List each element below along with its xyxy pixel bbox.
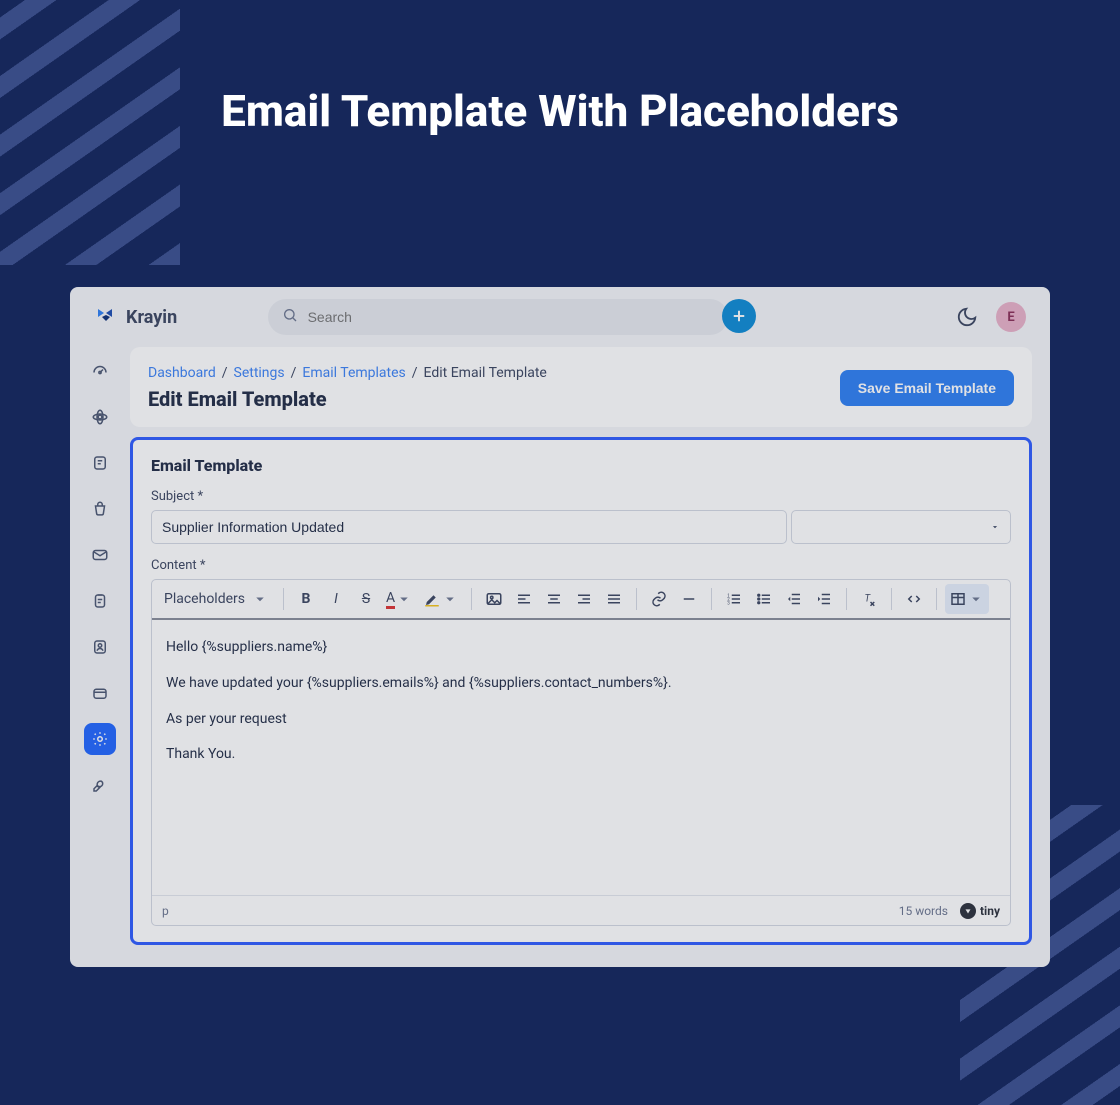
page-title: Edit Email Template — [148, 387, 547, 411]
clear-format-button[interactable]: T — [855, 584, 883, 614]
global-search[interactable] — [268, 299, 728, 335]
table-icon — [949, 590, 967, 608]
content-line: Hello {%suppliers.name%} — [166, 636, 996, 660]
breadcrumb-email-templates[interactable]: Email Templates — [302, 365, 405, 381]
highlight-button[interactable] — [419, 584, 463, 614]
breadcrumb-current: Edit Email Template — [424, 365, 547, 381]
unordered-list-button[interactable] — [750, 584, 778, 614]
sidebar-item-catalog[interactable] — [84, 677, 116, 709]
subject-label: Subject * — [151, 489, 1011, 504]
italic-button[interactable]: I — [322, 584, 350, 614]
sidebar-item-settings[interactable] — [84, 723, 116, 755]
hr-button[interactable] — [675, 584, 703, 614]
editor-status-bar: p 15 words tiny — [152, 895, 1010, 925]
image-icon — [485, 590, 503, 608]
avatar-initial: E — [1007, 310, 1014, 325]
search-icon — [282, 307, 298, 327]
editor-toolbar: Placeholders B I S A — [152, 580, 1010, 620]
source-code-button[interactable] — [900, 584, 928, 614]
sidebar-item-mail[interactable] — [84, 539, 116, 571]
align-justify-button[interactable] — [600, 584, 628, 614]
breadcrumbs: Dashboard/ Settings/ Email Templates/ Ed… — [148, 365, 547, 381]
placeholders-dropdown[interactable]: Placeholders — [158, 584, 275, 614]
ordered-list-button[interactable]: 123 — [720, 584, 748, 614]
sidebar — [70, 347, 130, 967]
dark-mode-toggle[interactable] — [956, 306, 978, 328]
brand-logo-icon — [94, 303, 118, 332]
content-label: Content * — [151, 558, 1011, 573]
brand-logo[interactable]: Krayin — [94, 303, 177, 332]
word-count: 15 words — [899, 904, 948, 918]
tiny-logo-icon — [960, 903, 976, 919]
chevron-down-icon — [967, 590, 985, 608]
editor-path[interactable]: p — [162, 904, 169, 918]
sidebar-item-leads[interactable] — [84, 401, 116, 433]
clear-format-icon: T — [860, 590, 878, 608]
main-area: Dashboard/ Settings/ Email Templates/ Ed… — [130, 347, 1050, 967]
chevron-down-icon — [990, 522, 1000, 532]
sidebar-item-config[interactable] — [84, 769, 116, 801]
chevron-down-icon — [441, 590, 459, 608]
user-avatar[interactable]: E — [996, 302, 1026, 332]
bold-button[interactable]: B — [292, 584, 320, 614]
minus-icon — [680, 590, 698, 608]
align-justify-icon — [605, 590, 623, 608]
content-line: We have updated your {%suppliers.emails%… — [166, 672, 996, 696]
search-input[interactable] — [308, 309, 714, 325]
sidebar-item-activities[interactable] — [84, 585, 116, 617]
align-center-icon — [545, 590, 563, 608]
text-color-button[interactable]: A — [382, 584, 417, 614]
strike-button[interactable]: S — [352, 584, 380, 614]
link-icon — [650, 590, 668, 608]
subject-input[interactable] — [151, 510, 787, 544]
chevron-down-icon — [395, 590, 413, 608]
align-left-button[interactable] — [510, 584, 538, 614]
insert-image-button[interactable] — [480, 584, 508, 614]
code-icon — [905, 590, 923, 608]
table-button[interactable] — [945, 584, 989, 614]
indent-icon — [815, 590, 833, 608]
topbar: Krayin E — [70, 287, 1050, 347]
chevron-down-icon — [251, 590, 269, 608]
align-left-icon — [515, 590, 533, 608]
brand-name: Krayin — [126, 307, 177, 328]
breadcrumb-settings[interactable]: Settings — [234, 365, 285, 381]
sidebar-item-contacts[interactable] — [84, 631, 116, 663]
save-email-template-button[interactable]: Save Email Template — [840, 370, 1014, 406]
add-button[interactable] — [722, 299, 756, 333]
link-button[interactable] — [645, 584, 673, 614]
page-header-card: Dashboard/ Settings/ Email Templates/ Ed… — [130, 347, 1032, 427]
content-line: As per your request — [166, 708, 996, 732]
rich-text-editor: Placeholders B I S A — [151, 579, 1011, 926]
svg-text:3: 3 — [727, 600, 730, 606]
sidebar-item-dashboard[interactable] — [84, 355, 116, 387]
align-right-button[interactable] — [570, 584, 598, 614]
editor-content[interactable]: Hello {%suppliers.name%} We have updated… — [152, 620, 1010, 895]
subject-variable-select[interactable] — [791, 510, 1011, 544]
align-center-button[interactable] — [540, 584, 568, 614]
content-line: Thank You. — [166, 743, 996, 767]
indent-button[interactable] — [810, 584, 838, 614]
list-ul-icon — [755, 590, 773, 608]
sidebar-item-products[interactable] — [84, 493, 116, 525]
breadcrumb-dashboard[interactable]: Dashboard — [148, 365, 216, 381]
panel-title: Email Template — [151, 456, 1011, 475]
sidebar-item-quotes[interactable] — [84, 447, 116, 479]
list-ol-icon: 123 — [725, 590, 743, 608]
tiny-brand-badge[interactable]: tiny — [960, 903, 1000, 919]
app-window: Krayin E — [70, 287, 1050, 967]
hero-title: Email Template With Placeholders — [0, 85, 1120, 137]
outdent-icon — [785, 590, 803, 608]
outdent-button[interactable] — [780, 584, 808, 614]
align-right-icon — [575, 590, 593, 608]
email-template-panel: Email Template Subject * Content * Place… — [130, 437, 1032, 945]
marker-icon — [423, 590, 441, 608]
